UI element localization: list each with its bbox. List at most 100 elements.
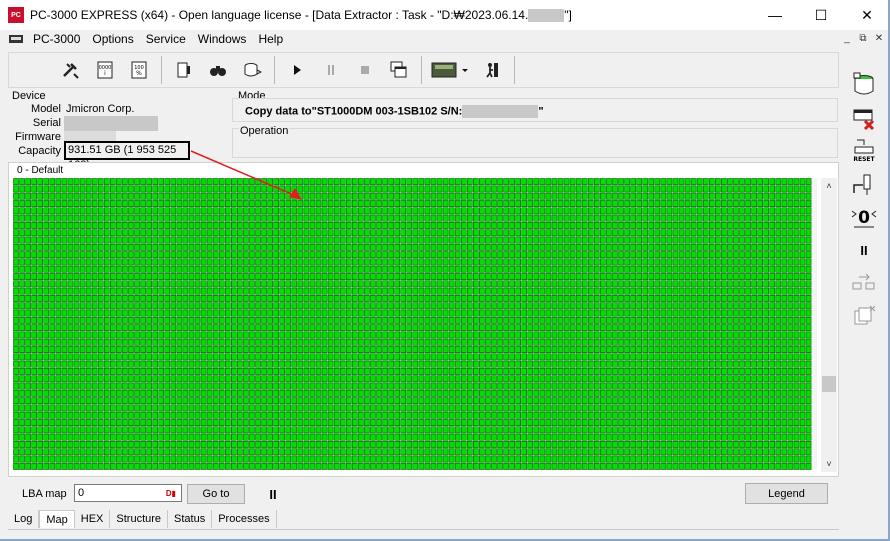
sector-block[interactable] — [194, 251, 201, 259]
sector-block[interactable] — [666, 287, 673, 295]
sector-block[interactable] — [140, 178, 146, 186]
sector-block[interactable] — [557, 397, 564, 405]
sector-block[interactable] — [714, 302, 721, 310]
sector-block[interactable] — [31, 214, 37, 222]
sector-block[interactable] — [218, 265, 225, 273]
sector-block[interactable] — [805, 243, 812, 251]
sector-block[interactable] — [103, 382, 110, 390]
sector-block[interactable] — [563, 346, 570, 353]
sector-block[interactable] — [527, 214, 534, 222]
sector-block[interactable] — [243, 243, 249, 251]
sector-block[interactable] — [636, 316, 643, 324]
sector-block[interactable] — [303, 302, 310, 310]
sector-block[interactable] — [533, 287, 540, 295]
sector-block[interactable] — [91, 273, 98, 281]
sector-block[interactable] — [146, 389, 152, 397]
sector-block[interactable] — [212, 229, 219, 237]
sector-block[interactable] — [249, 287, 255, 295]
sector-block[interactable] — [188, 426, 195, 434]
sector-block[interactable] — [394, 192, 400, 200]
sector-block[interactable] — [19, 229, 25, 237]
sector-block[interactable] — [339, 273, 346, 281]
sector-block[interactable] — [612, 346, 618, 353]
sector-block[interactable] — [182, 200, 189, 207]
sector-block[interactable] — [188, 236, 195, 244]
sector-block[interactable] — [454, 375, 461, 383]
sector-block[interactable] — [61, 353, 68, 361]
sector-block[interactable] — [279, 316, 286, 324]
sector-block[interactable] — [67, 389, 74, 397]
sector-block[interactable] — [146, 346, 152, 353]
sector-block[interactable] — [648, 214, 655, 222]
sector-block[interactable] — [73, 346, 80, 353]
sector-block[interactable] — [164, 251, 171, 259]
sector-block[interactable] — [654, 316, 661, 324]
sector-block[interactable] — [279, 368, 286, 375]
sector-block[interactable] — [358, 368, 364, 375]
sector-block[interactable] — [224, 273, 231, 281]
sector-block[interactable] — [424, 433, 431, 441]
sector-block[interactable] — [218, 419, 225, 426]
sector-block[interactable] — [424, 214, 431, 222]
sector-block[interactable] — [787, 411, 794, 419]
sector-block[interactable] — [418, 375, 425, 383]
sector-block[interactable] — [672, 324, 679, 332]
sector-block[interactable] — [376, 389, 382, 397]
sector-block[interactable] — [406, 265, 413, 273]
sector-block[interactable] — [255, 419, 261, 426]
sector-block[interactable] — [376, 221, 382, 229]
sector-block[interactable] — [200, 309, 207, 317]
sector-block[interactable] — [176, 207, 183, 215]
sector-block[interactable] — [575, 265, 582, 273]
sector-block[interactable] — [521, 302, 528, 310]
sector-block[interactable] — [581, 192, 588, 200]
sector-block[interactable] — [684, 338, 691, 346]
sector-block[interactable] — [116, 265, 122, 273]
sector-block[interactable] — [25, 243, 31, 251]
sector-block[interactable] — [587, 265, 594, 273]
sector-block[interactable] — [763, 287, 770, 295]
sector-block[interactable] — [521, 382, 528, 390]
sector-block[interactable] — [267, 382, 273, 390]
sector-block[interactable] — [769, 251, 776, 259]
sector-block[interactable] — [606, 353, 612, 361]
sector-block[interactable] — [255, 368, 261, 375]
sector-block[interactable] — [194, 178, 201, 186]
sector-block[interactable] — [333, 353, 340, 361]
sector-block[interactable] — [563, 273, 570, 281]
sector-block[interactable] — [654, 433, 661, 441]
sector-block[interactable] — [103, 265, 110, 273]
sector-block[interactable] — [31, 411, 37, 419]
sector-block[interactable] — [79, 229, 86, 237]
sector-block[interactable] — [116, 309, 122, 317]
sector-block[interactable] — [19, 360, 25, 368]
sector-block[interactable] — [146, 178, 152, 186]
sector-block[interactable] — [442, 316, 449, 324]
sector-block[interactable] — [231, 316, 237, 324]
sector-block[interactable] — [267, 368, 273, 375]
sector-block[interactable] — [666, 426, 673, 434]
sector-block[interactable] — [61, 360, 68, 368]
sector-block[interactable] — [630, 309, 636, 317]
sector-block[interactable] — [678, 368, 685, 375]
sector-block[interactable] — [714, 316, 721, 324]
sector-block[interactable] — [618, 368, 624, 375]
sector-block[interactable] — [73, 280, 80, 288]
sector-block[interactable] — [400, 302, 407, 310]
sector-block[interactable] — [472, 338, 479, 346]
sector-block[interactable] — [666, 331, 673, 339]
sector-block[interactable] — [666, 382, 673, 390]
sector-block[interactable] — [224, 243, 231, 251]
sector-block[interactable] — [261, 346, 267, 353]
sector-block[interactable] — [460, 346, 467, 353]
sector-block[interactable] — [279, 375, 286, 383]
sector-block[interactable] — [188, 192, 195, 200]
sector-block[interactable] — [497, 302, 503, 310]
sector-block[interactable] — [255, 178, 261, 186]
sector-block[interactable] — [243, 404, 249, 412]
sector-block[interactable] — [702, 440, 709, 448]
sector-block[interactable] — [61, 236, 68, 244]
sector-block[interactable] — [231, 331, 237, 339]
sector-block[interactable] — [67, 229, 74, 237]
sector-block[interactable] — [351, 404, 358, 412]
